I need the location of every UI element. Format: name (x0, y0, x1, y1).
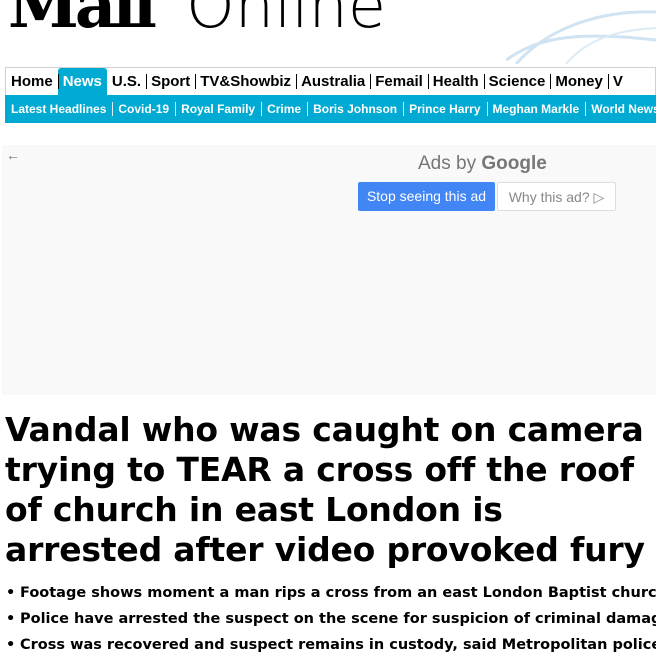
summary-bullet: Police have arrested the suspect on the … (6, 606, 656, 632)
subnav-item-boris-johnson[interactable]: Boris Johnson (307, 95, 403, 123)
back-arrow-icon[interactable]: ← (6, 147, 20, 163)
nav-item-us[interactable]: U.S. (107, 68, 146, 95)
subnav-item-meghan-markle[interactable]: Meghan Markle (486, 95, 586, 123)
subnav-item-prince-harry[interactable]: Prince Harry (403, 95, 486, 123)
ad-slot: ← Ads by Google Stop seeing this ad Why … (2, 145, 656, 395)
nav-item-australia[interactable]: Australia (296, 68, 370, 95)
subnav-item-latest-headlines[interactable]: Latest Headlines (5, 95, 112, 123)
summary-bullet: Footage shows moment a man rips a cross … (6, 580, 656, 606)
article-summary-bullets: Footage shows moment a man rips a cross … (6, 580, 656, 658)
summary-bullet: Cross was recovered and suspect remains … (6, 632, 656, 658)
nav-item-home[interactable]: Home (6, 68, 58, 95)
google-logo: Google (481, 153, 547, 174)
nav-item-femail[interactable]: Femail (370, 68, 428, 95)
ads-by-label: Ads by Google (418, 153, 547, 175)
masthead: Mail Online (0, 0, 656, 64)
nav-item-tvshowbiz[interactable]: TV&Showbiz (195, 68, 296, 95)
subnav-item-crime[interactable]: Crime (261, 95, 307, 123)
nav-item-truncated[interactable]: V (607, 68, 628, 95)
primary-nav: Home News U.S. Sport TV&Showbiz Australi… (5, 67, 656, 95)
stop-seeing-ad-button[interactable]: Stop seeing this ad (358, 182, 495, 211)
why-this-ad-button[interactable]: Why this ad? ▷ (497, 182, 616, 211)
decorative-swirl-icon (506, 10, 656, 64)
subnav-item-covid[interactable]: Covid-19 (112, 95, 175, 123)
ads-by-prefix: Ads by (418, 153, 477, 174)
nav-item-sport[interactable]: Sport (146, 68, 195, 95)
subnav-item-world-news[interactable]: World News (585, 95, 656, 123)
secondary-nav: Latest Headlines Covid-19 Royal Family C… (5, 95, 656, 123)
subnav-item-royal-family[interactable]: Royal Family (175, 95, 261, 123)
nav-item-health[interactable]: Health (427, 68, 484, 95)
logo-mail[interactable]: Mail (8, 0, 157, 38)
article-headline: Vandal who was caught on camera trying t… (5, 410, 645, 569)
nav-item-news[interactable]: News (57, 68, 107, 95)
logo-online[interactable]: Online (186, 0, 386, 37)
nav-item-money[interactable]: Money (550, 68, 608, 95)
nav-item-science[interactable]: Science (483, 68, 551, 95)
